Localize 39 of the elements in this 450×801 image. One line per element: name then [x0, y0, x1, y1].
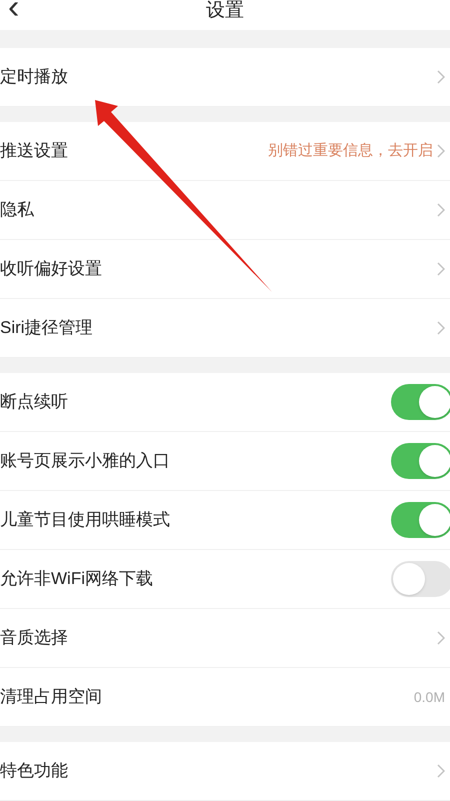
settings-row[interactable]: 音质选择 — [0, 609, 450, 668]
chevron-right-icon — [437, 764, 445, 778]
settings-row[interactable]: 定时播放 — [0, 48, 450, 107]
row-label: 音质选择 — [0, 627, 68, 650]
settings-row[interactable]: 推送设置 别错过重要信息，去开启 — [0, 122, 450, 181]
chevron-right-icon — [437, 631, 445, 645]
row-label: 儿童节目使用哄睡模式 — [0, 509, 170, 532]
row-label: 定时播放 — [0, 66, 68, 88]
hint-text: 别错过重要信息，去开启 — [268, 140, 433, 161]
settings-row[interactable]: Siri捷径管理 — [0, 299, 450, 358]
row-label: Siri捷径管理 — [0, 317, 93, 340]
row-label: 允许非WiFi网络下载 — [0, 568, 153, 590]
chevron-right-icon — [437, 144, 445, 158]
settings-row[interactable]: 断点续听 — [0, 373, 450, 432]
row-label: 断点续听 — [0, 391, 68, 414]
row-label: 账号页展示小雅的入口 — [0, 450, 170, 472]
toggle-switch[interactable] — [391, 502, 450, 538]
page-title: 设置 — [206, 0, 244, 22]
chevron-right-icon — [437, 262, 445, 276]
chevron-right-icon — [437, 70, 445, 84]
toggle-switch[interactable] — [391, 443, 450, 479]
row-label: 收听偏好设置 — [0, 258, 102, 280]
settings-row[interactable]: 收听偏好设置 — [0, 240, 450, 299]
row-label: 隐私 — [0, 199, 34, 222]
settings-row[interactable]: 允许非WiFi网络下载 — [0, 550, 450, 609]
value-text: 0.0M — [414, 688, 445, 706]
settings-row[interactable]: 隐私 — [0, 181, 450, 240]
back-button[interactable]: ‹ — [8, 0, 20, 24]
chevron-right-icon — [437, 321, 445, 335]
row-label: 推送设置 — [0, 140, 68, 162]
settings-row[interactable]: 特色功能 — [0, 742, 450, 801]
toggle-switch[interactable] — [391, 384, 450, 420]
settings-row[interactable]: 儿童节目使用哄睡模式 — [0, 491, 450, 550]
row-label: 特色功能 — [0, 760, 68, 782]
chevron-right-icon — [437, 203, 445, 217]
settings-row[interactable]: 账号页展示小雅的入口 — [0, 432, 450, 491]
settings-row[interactable]: 清理占用空间 0.0M — [0, 668, 450, 727]
row-label: 清理占用空间 — [0, 686, 102, 708]
toggle-switch[interactable] — [391, 561, 450, 597]
